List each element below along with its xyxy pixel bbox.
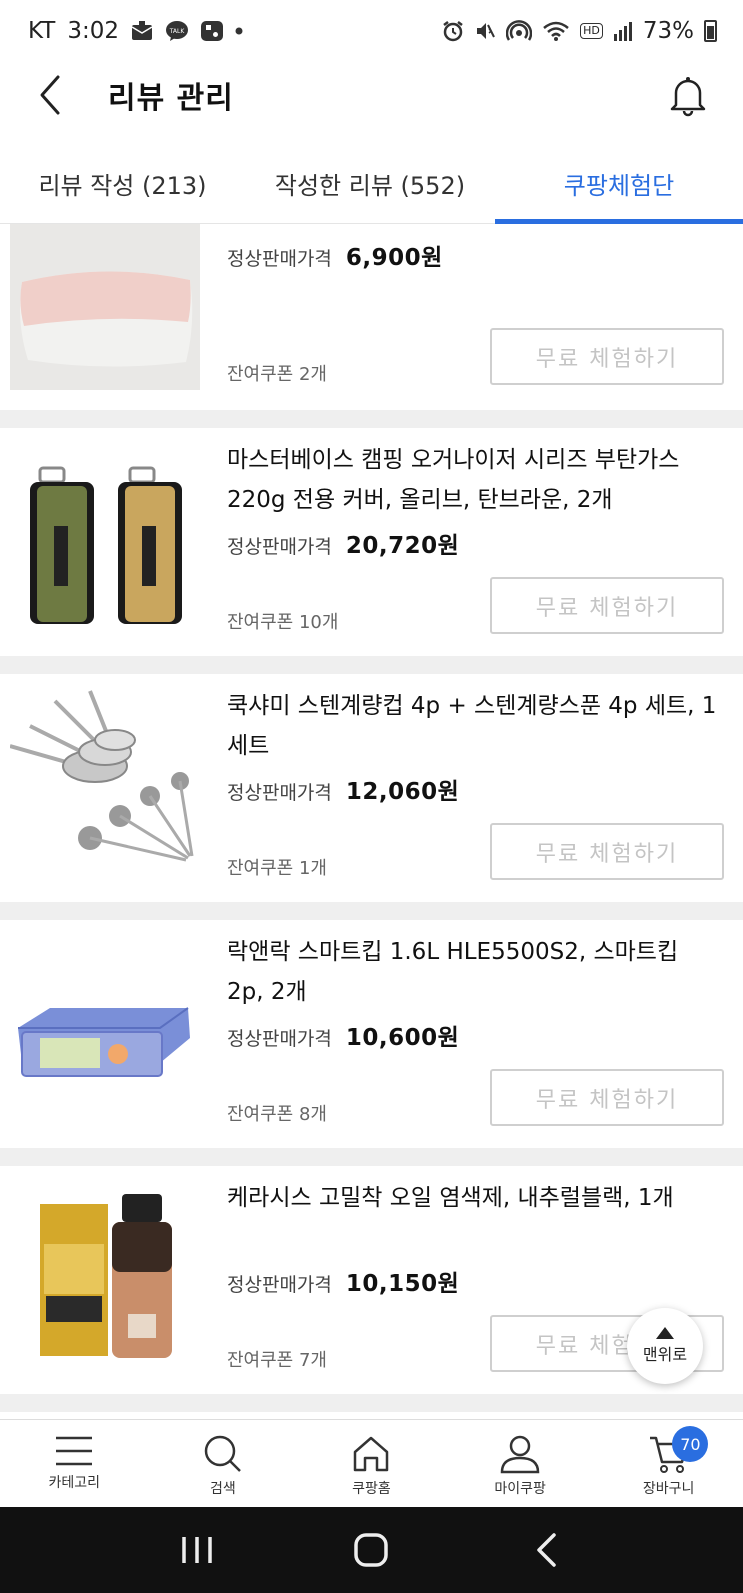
coupon-count: 잔여쿠폰 7개 [227,1350,327,1371]
back-system-button[interactable] [516,1520,576,1580]
list-item[interactable]: 락앤락 스마트킵 1.6L HLE5500S2, 스마트킵 2p, 2개 정상판… [0,920,743,1148]
back-button[interactable] [20,65,80,125]
nav-my-coupang[interactable]: 마이쿠팡 [446,1420,595,1507]
wifi-icon [542,20,570,42]
status-bar: KT 3:02 TALK HD 73% [0,0,743,62]
nav-label: 쿠팡홈 [352,1481,391,1497]
price-label: 정상판매가격 [227,536,332,558]
recent-apps-icon [182,1537,212,1563]
hd-icon: HD [580,23,603,39]
alarm-icon [442,20,464,42]
mail-icon [131,21,153,41]
hotspot-icon [506,20,533,42]
time-text: 3:02 [67,18,120,44]
divider [0,902,743,920]
coupon-count: 잔여쿠폰 10개 [227,612,339,633]
product-name: 케라시스 고밀착 오일 염색제, 내추럴블랙, 1개 [227,1185,674,1211]
app-icon [201,21,224,41]
svg-text:TALK: TALK [169,28,186,35]
recent-apps-button[interactable] [167,1520,227,1580]
nav-category[interactable]: 카테고리 [0,1420,149,1507]
dot-icon [235,27,243,35]
free-trial-button[interactable]: 무료 체험하기 [490,328,724,385]
price-value: 10,600원 [345,1025,460,1051]
back-to-top-label: 맨위로 [642,1345,688,1364]
price-value: 6,900원 [345,245,443,271]
price-value: 10,150원 [345,1271,460,1297]
nav-label: 검색 [210,1481,236,1497]
app-header: 리뷰 관리 [0,62,743,128]
back-to-top-button[interactable]: 맨위로 [627,1308,703,1384]
product-name: 쿡샤미 스텐계량컵 4p + 스텐계량스푼 4p 세트, 1세트 [227,693,717,759]
nav-label: 장바구니 [642,1481,695,1497]
triangle-up-icon [656,1327,674,1339]
carrier-text: KT [28,18,56,44]
divider [0,410,743,428]
price-label: 정상판매가격 [227,248,332,270]
price-label: 정상판매가격 [227,1028,332,1050]
nav-search[interactable]: 검색 [149,1420,298,1507]
bell-icon [670,77,706,117]
divider [0,1394,743,1412]
search-icon [204,1435,241,1472]
price-label: 정상판매가격 [227,1274,332,1296]
product-image-gas-covers [10,446,200,636]
nav-label: 마이쿠팡 [494,1481,546,1497]
list-item[interactable]: 정상판매가격 6,900원 잔여쿠폰 2개 무료 체험하기 [0,224,743,410]
kakaotalk-icon: TALK [165,20,189,42]
home-icon [354,1436,389,1472]
coupon-count: 잔여쿠폰 1개 [227,858,327,879]
free-trial-button[interactable]: 무료 체험하기 [490,1069,724,1126]
battery-text: 73% [642,18,694,44]
nav-cart[interactable]: 장바구니 70 [594,1420,743,1507]
user-icon [500,1435,540,1474]
product-image-food-container [10,938,200,1128]
nav-label: 카테고리 [48,1475,101,1491]
coupon-count: 잔여쿠폰 8개 [227,1104,327,1125]
list-item[interactable]: 쿡샤미 스텐계량컵 4p + 스텐계량스푼 4p 세트, 1세트 정상판매가격 … [0,674,743,902]
battery-icon [704,20,717,42]
divider [0,1148,743,1166]
product-image-hair-dye [10,1184,200,1374]
tab-experience-group[interactable]: 쿠팡체험단 [495,150,743,224]
tab-write-review[interactable]: 리뷰 작성 (213) [0,150,245,224]
divider [0,656,743,674]
home-system-button[interactable] [341,1520,401,1580]
product-image-pillow [10,224,200,390]
free-trial-button[interactable]: 무료 체험하기 [490,823,724,880]
product-name: 마스터베이스 캠핑 오거나이저 시리즈 부탄가스 220g 전용 커버, 올리브… [227,447,680,513]
page-title: 리뷰 관리 [108,81,234,116]
product-image-measuring-cups [9,686,200,876]
menu-icon [56,1436,93,1466]
chevron-left-icon [40,75,60,115]
system-navigation [0,1507,743,1593]
bottom-navigation: 카테고리 검색 쿠팡홈 마이쿠팡 장바구니 70 [0,1419,743,1507]
home-square-icon [354,1533,389,1567]
free-trial-button[interactable]: 무료 체험하기 [490,577,724,634]
cart-badge: 70 [672,1426,709,1462]
product-list: 정상판매가격 6,900원 잔여쿠폰 2개 무료 체험하기 마스터베이스 캠핑 … [0,224,743,1419]
product-name: 락앤락 스마트킵 1.6L HLE5500S2, 스마트킵 2p, 2개 [227,939,679,1005]
list-item[interactable]: 마스터베이스 캠핑 오거나이저 시리즈 부탄가스 220g 전용 커버, 올리브… [0,428,743,656]
signal-icon [613,20,633,42]
price-value: 12,060원 [345,779,460,805]
back-chevron-icon [537,1533,556,1567]
mute-icon [474,20,496,42]
nav-home[interactable]: 쿠팡홈 [297,1420,446,1507]
notification-button[interactable] [663,70,713,120]
coupon-count: 잔여쿠폰 2개 [227,364,327,385]
tab-written-reviews[interactable]: 작성한 리뷰 (552) [245,150,495,224]
review-tabs: 리뷰 작성 (213) 작성한 리뷰 (552) 쿠팡체험단 [0,150,743,224]
price-value: 20,720원 [345,533,460,559]
price-label: 정상판매가격 [227,782,332,804]
